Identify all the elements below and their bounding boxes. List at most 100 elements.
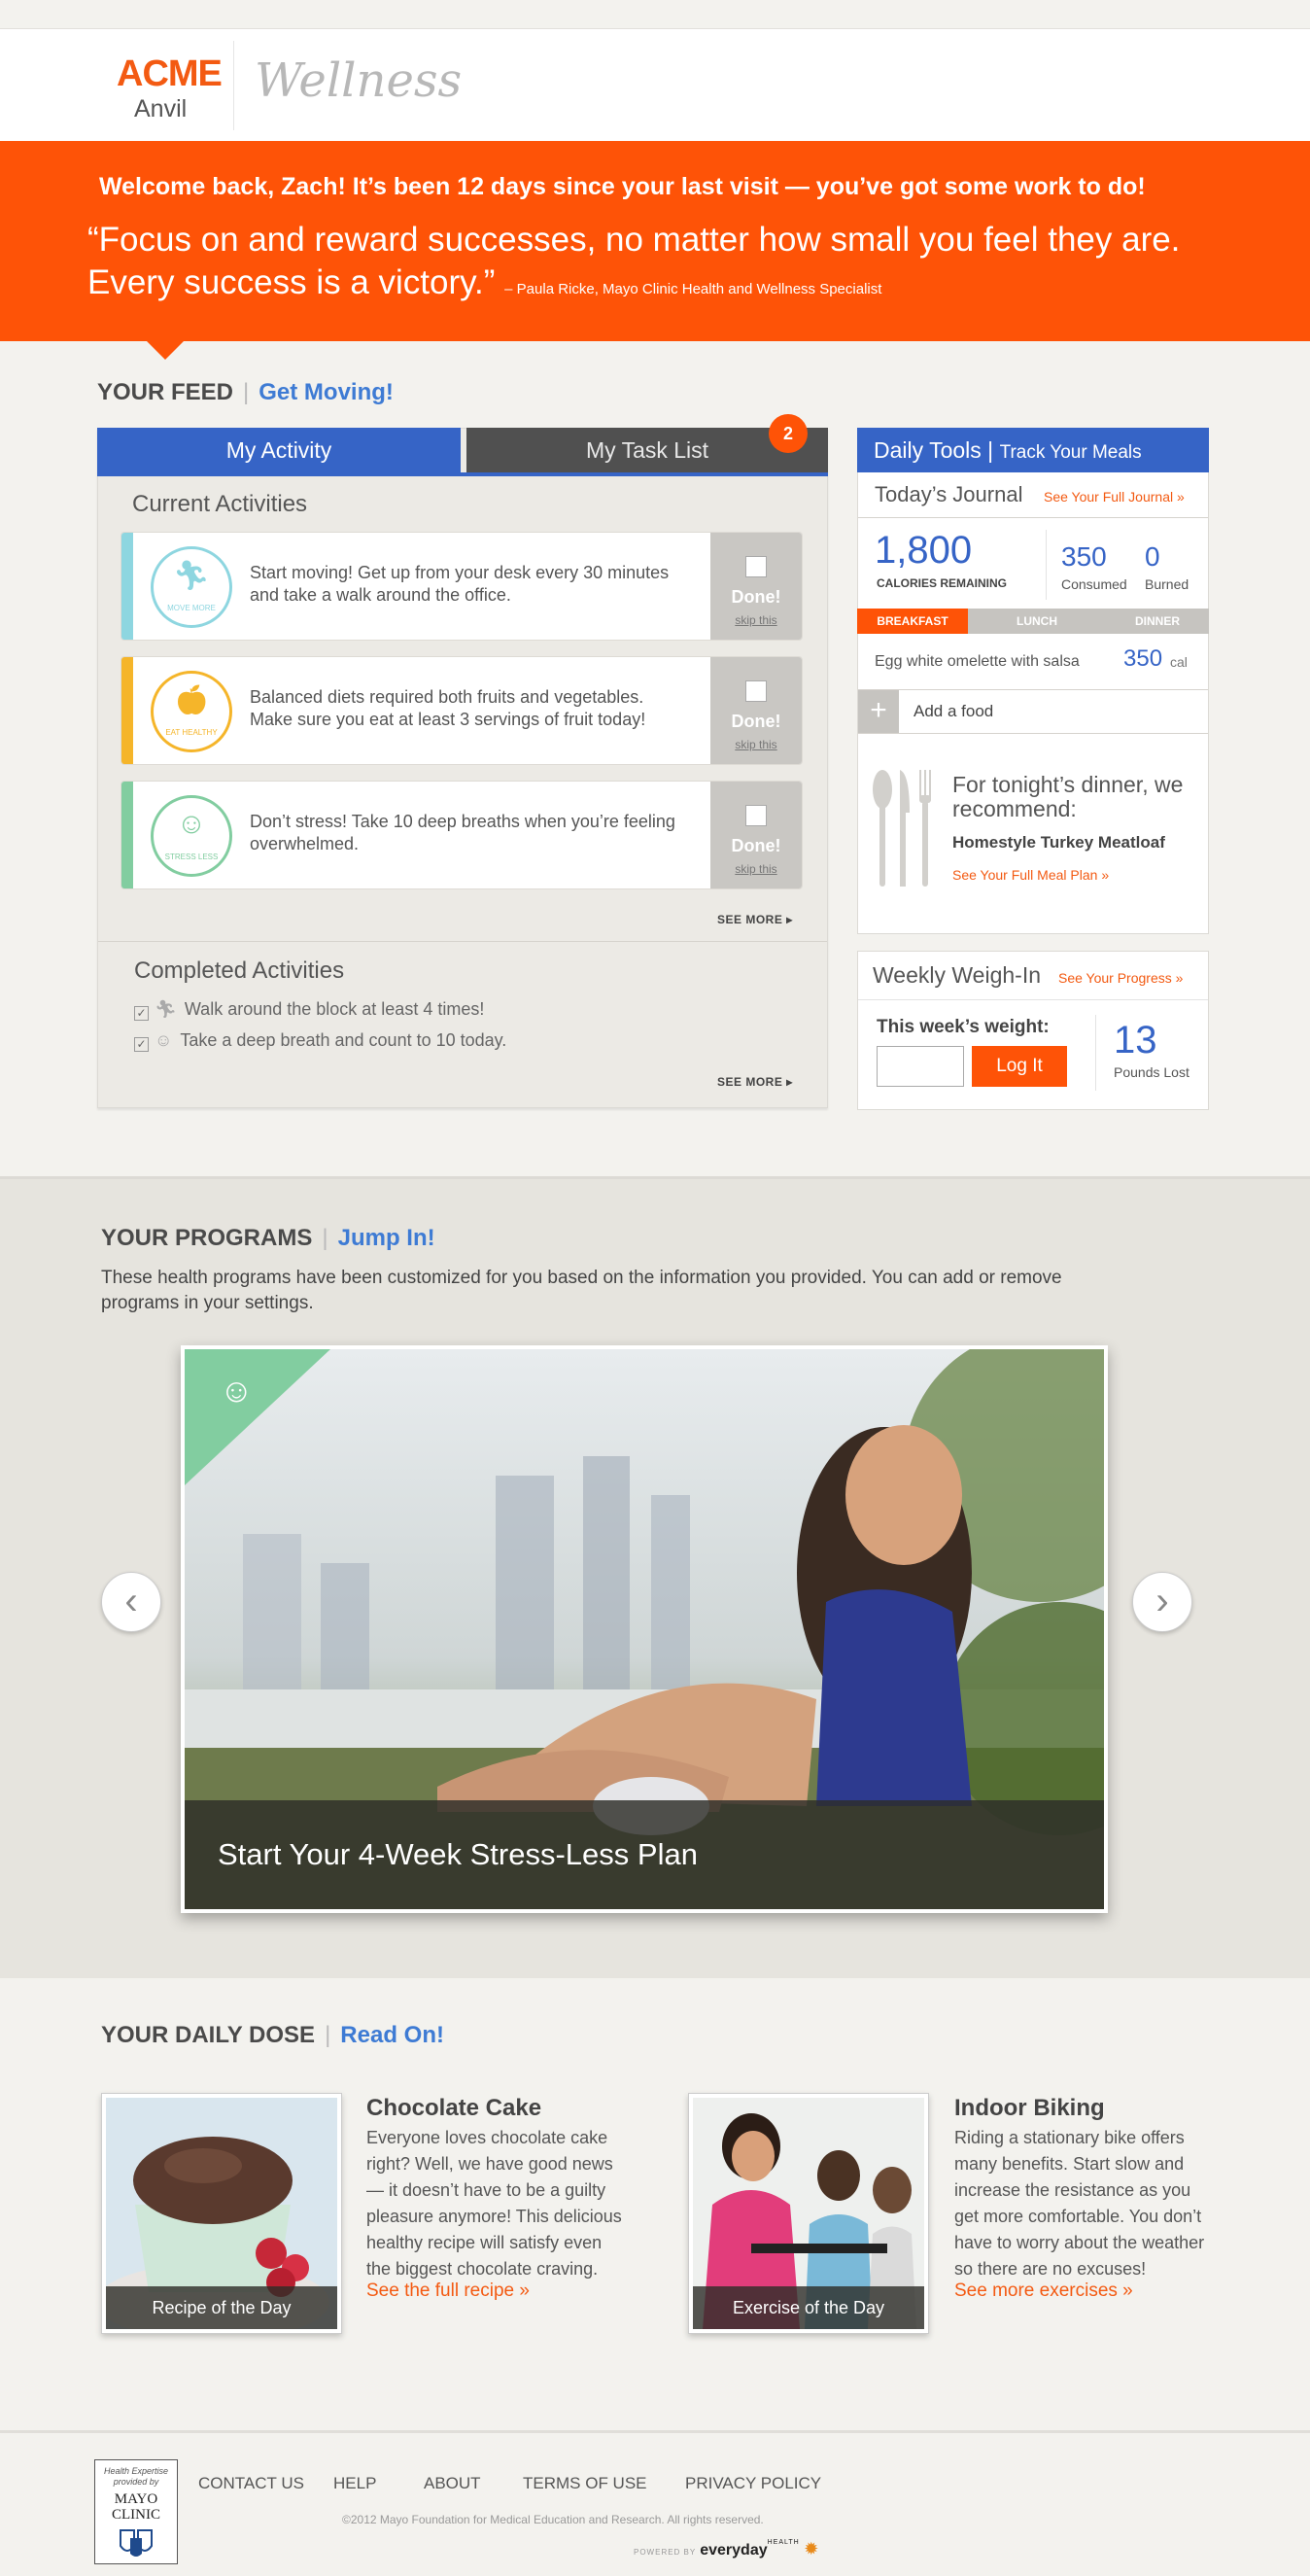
completed-activities-heading: Completed Activities: [134, 957, 345, 984]
dose-accent-link[interactable]: Read On!: [340, 2022, 444, 2048]
burned-value: 0: [1145, 541, 1160, 572]
more-exercises-link[interactable]: See more exercises »: [954, 2280, 1133, 2302]
activity-text: Start moving! Get up from your desk ever…: [250, 563, 670, 605]
exercise-caption: Exercise of the Day: [693, 2286, 924, 2329]
calories-remaining-label: CALORIES REMAINING: [877, 576, 1008, 590]
journal-title: Today’s Journal: [875, 482, 1023, 506]
add-food-plus-icon[interactable]: +: [858, 690, 899, 733]
top-strip: [0, 0, 1310, 29]
dinner-recommendation[interactable]: Homestyle Turkey Meatloaf: [952, 833, 1165, 853]
activity-card: 🏃︎ MOVE MORE Start moving! Get up from y…: [121, 532, 803, 641]
meditation-icon: ☺︎: [155, 1030, 173, 1050]
mayo-name: MAYO CLINIC: [112, 2491, 160, 2523]
pounds-lost-label: Pounds Lost: [1114, 1064, 1189, 1080]
recipe-thumbnail[interactable]: Recipe of the Day: [96, 2093, 342, 2341]
activity-text: Don’t stress! Take 10 deep breaths when …: [250, 812, 675, 853]
full-journal-link[interactable]: See Your Full Journal »: [1044, 489, 1185, 505]
welcome-banner: Welcome back, Zach! It’s been 12 days si…: [0, 141, 1310, 341]
programs-description: These health programs have been customiz…: [101, 1268, 1062, 1313]
skip-link[interactable]: skip this: [710, 862, 802, 876]
brand-acme[interactable]: ACME: [117, 53, 223, 95]
logo-divider: [233, 41, 234, 130]
see-more-activities-link[interactable]: SEE MORE: [717, 913, 793, 926]
everyday-health-burst-icon: ✹: [804, 2539, 819, 2559]
tab-dinner[interactable]: DINNER: [1106, 609, 1209, 634]
programs-title: YOUR PROGRAMS | Jump In!: [101, 1225, 435, 1251]
card-accent-bar: [121, 657, 133, 764]
powered-by[interactable]: POWERED BY everydayHEALTH ✹: [634, 2539, 818, 2559]
see-progress-link[interactable]: See Your Progress »: [1058, 970, 1183, 986]
footer-link-privacy[interactable]: PRIVACY POLICY: [685, 2474, 821, 2493]
meditation-icon: ☺︎: [220, 1373, 254, 1410]
programs-accent-link[interactable]: Jump In!: [338, 1225, 435, 1251]
calories-remaining-value: 1,800: [875, 529, 973, 572]
completed-item-text: Take a deep breath and count to 10 today…: [180, 1030, 507, 1050]
meditation-icon: ☺︎ STRESS LESS: [151, 795, 232, 877]
food-item-name: Egg white omelette with salsa: [875, 653, 1080, 670]
powered-brand: everyday: [700, 2542, 768, 2559]
food-item-unit: cal: [1170, 654, 1188, 670]
chevron-left-icon[interactable]: ‹: [101, 1572, 161, 1632]
programs-title-text: YOUR PROGRAMS: [101, 1225, 313, 1251]
skip-link[interactable]: skip this: [710, 613, 802, 627]
welcome-message: Welcome back, Zach! It’s been 12 days si…: [99, 173, 1146, 200]
feed-accent-link[interactable]: Get Moving!: [259, 379, 394, 405]
add-food-link[interactable]: Add a food: [914, 702, 993, 721]
done-label: Done!: [731, 836, 781, 855]
journal-divider: [858, 517, 1208, 518]
card-accent-bar: [121, 782, 133, 888]
done-panel: Done! skip this: [710, 657, 802, 764]
weigh-in-title: Weekly Weigh-In: [873, 962, 1041, 988]
quote-author: – Paula Ricke, Mayo Clinic Health and We…: [504, 281, 882, 297]
dose-title-text: YOUR DAILY DOSE: [101, 2022, 316, 2048]
tab-lunch[interactable]: LUNCH: [968, 609, 1106, 634]
full-meal-plan-link[interactable]: See Your Full Meal Plan »: [952, 867, 1109, 883]
brand-anvil[interactable]: Anvil: [134, 95, 187, 123]
recipe-heading[interactable]: Chocolate Cake: [366, 2095, 541, 2122]
pounds-lost-value: 13: [1114, 1019, 1157, 1062]
feed-title-text: YOUR FEED: [97, 379, 234, 405]
done-panel: Done! skip this: [710, 782, 802, 888]
footer-link-help[interactable]: HELP: [333, 2474, 376, 2493]
tab-breakfast[interactable]: BREAKFAST: [857, 609, 968, 634]
log-it-button[interactable]: Log It: [972, 1046, 1067, 1087]
mayo-clinic-logo[interactable]: Health Expertise provided by MAYO CLINIC: [94, 2459, 178, 2564]
done-checkbox[interactable]: [745, 805, 767, 826]
completed-item-text: Walk around the block at least 4 times!: [184, 999, 485, 1019]
done-checkbox[interactable]: [745, 556, 767, 577]
done-panel: Done! skip this: [710, 533, 802, 640]
footer-link-terms[interactable]: TERMS OF USE: [523, 2474, 647, 2493]
full-recipe-link[interactable]: See the full recipe »: [366, 2280, 530, 2302]
completed-item: ✓ ☺︎ Take a deep breath and count to 10 to…: [134, 1030, 506, 1052]
tab-underline: [97, 472, 828, 476]
program-slide[interactable]: ☺︎ Start Your 4-Week Stress-Less Plan: [181, 1330, 1176, 1913]
see-more-completed-link[interactable]: SEE MORE: [717, 1075, 793, 1089]
done-checkbox[interactable]: [745, 680, 767, 702]
activity-icon-label: MOVE MORE: [167, 604, 216, 612]
exercise-thumbnail[interactable]: Exercise of the Day: [688, 2093, 929, 2334]
weight-input[interactable]: [877, 1046, 964, 1087]
skip-link[interactable]: skip this: [710, 738, 802, 751]
copyright: ©2012 Mayo Foundation for Medical Educat…: [342, 2513, 764, 2526]
mayo-shield-icon: [120, 2529, 153, 2557]
quote: “Focus on and reward successes, no matte…: [87, 219, 1205, 311]
recipe-body: Everyone loves chocolate cake right? Wel…: [366, 2128, 622, 2279]
tab-my-activity[interactable]: My Activity: [97, 428, 461, 472]
brand-wellness[interactable]: Wellness: [255, 53, 462, 108]
exercise-body: Riding a stationary bike offers many ben…: [954, 2128, 1205, 2279]
daily-tools-header: Daily Tools | Track Your Meals: [857, 428, 1209, 472]
footer-link-about[interactable]: ABOUT: [424, 2474, 481, 2493]
track-meals-label[interactable]: Track Your Meals: [1000, 442, 1142, 463]
footer-link-contact[interactable]: CONTACT US: [198, 2474, 304, 2493]
consumed-label: Consumed: [1061, 576, 1127, 592]
completed-item: ✓ 🏃︎ Walk around the block at least 4 time…: [134, 999, 484, 1021]
burned-label: Burned: [1145, 576, 1189, 592]
dinner-intro: For tonight’s dinner, we recommend:: [952, 772, 1184, 821]
slide-caption[interactable]: Start Your 4-Week Stress-Less Plan: [218, 1837, 698, 1872]
exercise-heading[interactable]: Indoor Biking: [954, 2095, 1105, 2122]
weigh-vertical-divider: [1095, 1015, 1096, 1091]
chevron-right-icon[interactable]: ›: [1132, 1572, 1192, 1632]
card-accent-bar: [121, 533, 133, 640]
consumed-value: 350: [1061, 541, 1107, 572]
current-activities-heading: Current Activities: [132, 491, 308, 517]
